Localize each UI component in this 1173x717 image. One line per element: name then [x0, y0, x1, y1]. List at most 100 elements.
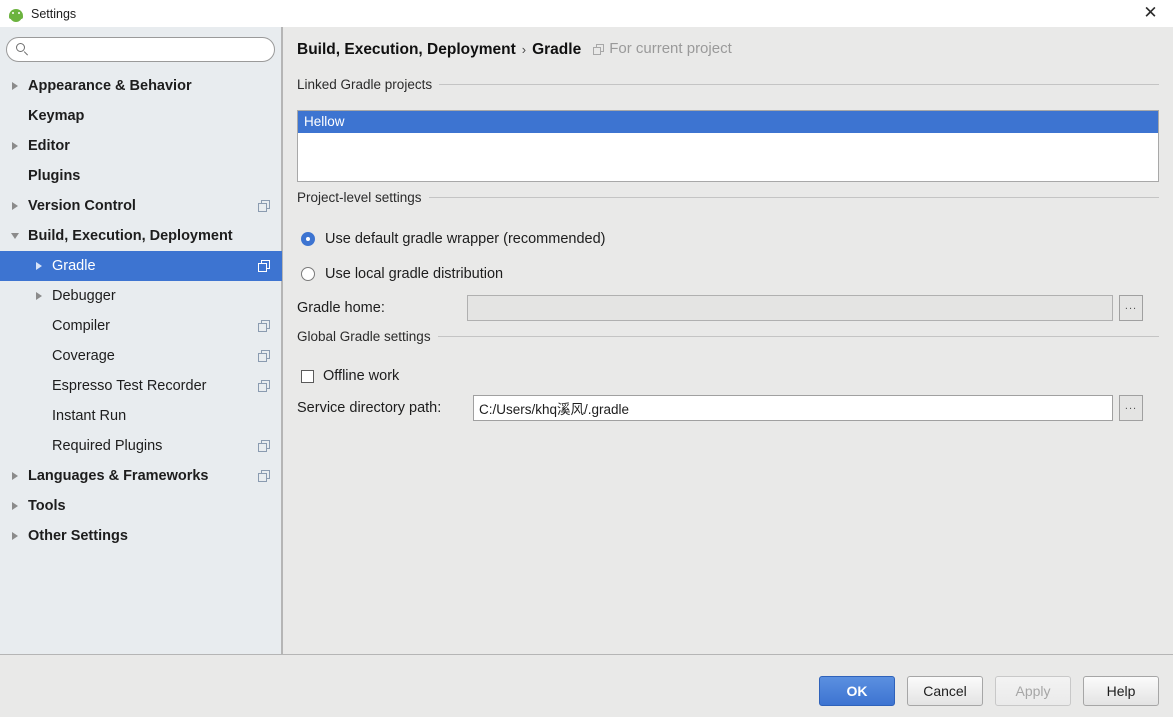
sidebar-item-gradle[interactable]: Gradle: [0, 251, 282, 281]
list-item[interactable]: Hellow: [298, 111, 1158, 133]
sidebar-item-label: Required Plugins: [52, 438, 163, 454]
breadcrumb-separator: ›: [521, 42, 527, 57]
global-settings-group-header: Global Gradle settings: [297, 329, 1159, 344]
gradle-home-browse-button[interactable]: ...: [1119, 295, 1143, 321]
android-icon: [8, 6, 24, 22]
module-icon: [258, 260, 270, 272]
linked-projects-title: Linked Gradle projects: [297, 77, 433, 92]
chevron-down-icon[interactable]: [8, 233, 22, 239]
close-icon[interactable]: ✕: [1128, 0, 1173, 27]
offline-work-label: Offline work: [323, 368, 400, 384]
linked-projects-list[interactable]: Hellow: [297, 110, 1159, 182]
sidebar-item-instant-run[interactable]: Instant Run: [0, 401, 282, 431]
chevron-right-icon[interactable]: [8, 202, 22, 210]
sidebar-item-label: Other Settings: [28, 528, 128, 544]
sidebar-item-debugger[interactable]: Debugger: [0, 281, 282, 311]
header-rule: [428, 197, 1159, 198]
footer-button-bar: OK Cancel Apply Help: [819, 676, 1159, 706]
search-input[interactable]: [34, 39, 274, 60]
service-directory-row: Service directory path: C:/Users/khq溪风/.…: [297, 395, 1159, 421]
chevron-right-icon[interactable]: [32, 292, 46, 300]
header-rule: [439, 84, 1159, 85]
settings-window: Settings ✕ Appearance & Behavior Keymap Ed…: [0, 0, 1173, 717]
radio-indicator[interactable]: [301, 232, 315, 246]
sidebar-item-label: Instant Run: [52, 408, 127, 424]
global-settings-title: Global Gradle settings: [297, 329, 431, 344]
radio-use-default-wrapper[interactable]: Use default gradle wrapper (recommended): [301, 231, 605, 247]
sidebar-item-required-plugins[interactable]: Required Plugins: [0, 431, 282, 461]
sidebar-item-label: Espresso Test Recorder: [52, 378, 207, 394]
settings-main-panel: Build, Execution, Deployment › Gradle Fo…: [283, 27, 1173, 654]
breadcrumb-current: Gradle: [532, 41, 582, 58]
radio-indicator[interactable]: [301, 267, 315, 281]
module-icon: [258, 470, 270, 482]
sidebar-item-label: Debugger: [52, 288, 116, 304]
radio-label: Use default gradle wrapper (recommended): [325, 231, 606, 247]
project-level-group-header: Project-level settings: [297, 190, 1159, 205]
scope-note-label: For current project: [609, 40, 732, 57]
module-icon: [258, 440, 270, 452]
sidebar-item-label: Coverage: [52, 348, 115, 364]
sidebar-item-plugins[interactable]: Plugins: [0, 161, 282, 191]
service-directory-label: Service directory path:: [297, 400, 442, 416]
title-bar: Settings ✕: [0, 0, 1173, 27]
sidebar-item-tools[interactable]: Tools: [0, 491, 282, 521]
settings-sidebar: Appearance & Behavior Keymap Editor Plugins…: [0, 27, 282, 654]
sidebar-item-label: Appearance & Behavior: [28, 78, 192, 94]
offline-work-checkbox[interactable]: [301, 369, 314, 383]
sidebar-item-label: Editor: [28, 138, 70, 154]
sidebar-item-label: Languages & Frameworks: [28, 468, 209, 484]
sidebar-item-languages-frameworks[interactable]: Languages & Frameworks: [0, 461, 282, 491]
sidebar-item-label: Build, Execution, Deployment: [28, 228, 233, 244]
window-title: Settings: [31, 6, 77, 21]
chevron-right-icon[interactable]: [8, 142, 22, 150]
breadcrumb-parent[interactable]: Build, Execution, Deployment: [297, 41, 516, 59]
service-directory-input[interactable]: C:/Users/khq溪风/.gradle: [473, 395, 1113, 421]
dialog-footer: OK Cancel Apply Help: [0, 654, 1173, 717]
chevron-right-icon[interactable]: [8, 502, 22, 510]
gradle-home-row: Gradle home: ...: [297, 295, 1159, 321]
chevron-right-icon[interactable]: [8, 82, 22, 90]
sidebar-item-label: Keymap: [28, 108, 85, 124]
sidebar-item-other-settings[interactable]: Other Settings: [0, 521, 282, 551]
offline-work-checkbox-row[interactable]: Offline work: [301, 368, 399, 384]
sidebar-item-editor[interactable]: Editor: [0, 131, 282, 161]
chevron-right-icon[interactable]: [8, 472, 22, 480]
search-icon: [16, 43, 29, 56]
gradle-home-input[interactable]: [467, 295, 1113, 321]
chevron-right-icon[interactable]: [32, 262, 46, 270]
sidebar-item-label: Tools: [28, 498, 66, 514]
search-box[interactable]: [6, 37, 275, 62]
dialog-body: Appearance & Behavior Keymap Editor Plugins…: [0, 27, 1173, 654]
module-icon: [593, 44, 605, 55]
settings-tree: Appearance & Behavior Keymap Editor Plugins…: [0, 71, 282, 551]
radio-use-local-distribution[interactable]: Use local gradle distribution: [301, 266, 503, 282]
cancel-button[interactable]: Cancel: [907, 676, 983, 706]
header-rule: [437, 336, 1159, 337]
sidebar-item-compiler[interactable]: Compiler: [0, 311, 282, 341]
radio-label: Use local gradle distribution: [325, 266, 504, 282]
linked-projects-group-header: Linked Gradle projects: [297, 77, 1159, 92]
gradle-home-label: Gradle home:: [297, 300, 385, 316]
module-icon: [258, 380, 270, 392]
scope-note: For current project: [593, 40, 732, 57]
module-icon: [258, 350, 270, 362]
sidebar-item-version-control[interactable]: Version Control: [0, 191, 282, 221]
service-directory-browse-button[interactable]: ...: [1119, 395, 1143, 421]
sidebar-item-appearance-behavior[interactable]: Appearance & Behavior: [0, 71, 282, 101]
sidebar-item-espresso-test-recorder[interactable]: Espresso Test Recorder: [0, 371, 282, 401]
module-icon: [258, 320, 270, 332]
project-level-title: Project-level settings: [297, 190, 422, 205]
help-button[interactable]: Help: [1083, 676, 1159, 706]
search-field-wrapper: [6, 37, 275, 62]
sidebar-item-label: Version Control: [28, 198, 136, 214]
sidebar-item-build-execution-deployment[interactable]: Build, Execution, Deployment: [0, 221, 282, 251]
sidebar-item-label: Plugins: [28, 168, 81, 184]
sidebar-item-label: Compiler: [52, 318, 111, 334]
module-icon: [258, 200, 270, 212]
breadcrumb: Build, Execution, Deployment › Gradle Fo…: [297, 40, 732, 59]
sidebar-item-coverage[interactable]: Coverage: [0, 341, 282, 371]
chevron-right-icon[interactable]: [8, 532, 22, 540]
sidebar-item-keymap[interactable]: Keymap: [0, 101, 282, 131]
ok-button[interactable]: OK: [819, 676, 895, 706]
